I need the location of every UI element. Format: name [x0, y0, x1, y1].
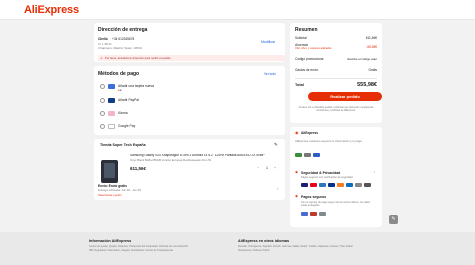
paypal-icon	[328, 183, 335, 187]
badge-icon	[295, 153, 302, 157]
payment-method-label: Añadir PayPal	[118, 97, 139, 102]
store-name[interactable]: Tienda Super Tech España	[100, 143, 146, 148]
warning-text: Por favor, actualiza tu dirección para r…	[105, 55, 171, 60]
partner-icon	[301, 212, 308, 216]
top-bar: AliExpress	[0, 0, 475, 20]
summary-subtotal-value: 611,56€	[365, 36, 377, 40]
visa-icon	[301, 183, 308, 187]
see-all-payments-link[interactable]: Ver todo	[264, 72, 276, 76]
promo-code-label: Código promocional	[295, 57, 324, 61]
chevron-right-icon[interactable]: ›	[277, 187, 278, 191]
card-icon	[108, 84, 115, 89]
footer-left-title: Información AliExpress	[89, 239, 132, 243]
product-variant[interactable]: Onyx Black 8GB+256GB Versión Europea Des…	[130, 159, 211, 162]
summary-card: Resumen Subtotal 611,56€ Ahorrado -55,58…	[290, 23, 382, 123]
security-title[interactable]: Seguridad & Privacidad	[301, 171, 340, 176]
footer-left-text-2[interactable]: IPR, Regulatory Information, Integrity C…	[89, 249, 173, 253]
discover-icon	[337, 183, 344, 187]
security-text: Pagos seguros con verificación de seguri…	[301, 176, 353, 179]
quantity-value[interactable]: 1	[266, 166, 268, 171]
shipping-address-line2: Chapinero, Madrid, Spain, 28001	[98, 46, 143, 50]
payment-method-label: Añadir una tarjeta nueva	[118, 83, 154, 88]
increase-qty-button[interactable]: +	[274, 166, 276, 171]
store-card: Tienda Super Tech España ✎ Samsung Galax…	[94, 139, 285, 200]
pencil-icon: ✎	[391, 216, 396, 222]
secure-title: Pagos seguros	[301, 194, 327, 199]
legal-text: Al hacer clic en Realizar pedido, confir…	[298, 106, 374, 113]
summary-divider	[295, 78, 377, 79]
summary-subtotal-label: Subtotal	[295, 36, 307, 40]
total-value: 555,98€	[357, 82, 377, 88]
radio-paypal[interactable]	[100, 98, 105, 103]
shield-icon: ◉	[295, 130, 299, 135]
payment-method-label: Google Pay	[118, 123, 136, 128]
klarna-icon	[108, 111, 115, 116]
summary-saved-value[interactable]: -55,58€	[366, 45, 377, 49]
partner-icon	[310, 212, 317, 216]
edit-icon[interactable]: ✎	[274, 142, 278, 148]
shipping-cost-value: Gratis	[368, 68, 377, 72]
amex-icon	[319, 183, 326, 187]
decrease-qty-button[interactable]: −	[257, 166, 259, 171]
mastercard-icon	[310, 183, 317, 187]
trust-brand: AliExpress	[301, 130, 319, 135]
payment-title: Métodos de pago	[98, 71, 140, 77]
radio-google-pay[interactable]	[100, 124, 105, 129]
jcb-icon	[346, 183, 353, 187]
edit-address-link[interactable]: Modificar	[261, 40, 275, 45]
shipping-title: Dirección de entrega	[98, 27, 148, 33]
lock-icon: ◉	[295, 170, 299, 174]
shipping-card: Dirección de entrega Chello +34 61234567…	[94, 23, 285, 62]
footer-right-text-2[interactable]: Vietnamese, Hebrew, Polish	[238, 249, 269, 253]
footer-right-title: AliExpress en otros idiomas	[238, 239, 290, 243]
trust-card: ◉ AliExpress AliExpress mantiene seguros…	[290, 127, 382, 227]
delivery-estimate: Entrega estimada: Jun 18 - Jun 28	[98, 188, 141, 192]
card-brands-icon: ●●	[118, 88, 122, 92]
summary-saved-note: Ofer. Ahor. y cupones aplicados	[295, 47, 332, 50]
shipping-cost-label: Gastos de envío	[295, 68, 319, 72]
address-warning: ⚠ Por favor, actualiza tu dirección para…	[98, 55, 285, 61]
aliexpress-logo[interactable]: AliExpress	[24, 4, 79, 16]
product-title[interactable]: Samsung Galaxy S24 Snapdragon 8 Gen 3 An…	[130, 154, 265, 157]
chevron-right-icon[interactable]: ›	[374, 170, 375, 175]
warning-icon: ⚠	[100, 55, 103, 60]
payment-card: Métodos de pago Ver todo Añadir una tarj…	[94, 66, 285, 135]
secure-payment-icon: ◉	[295, 194, 299, 198]
secure-text: Con el soporte de pago seguro de los soc…	[301, 201, 371, 208]
promo-code-input[interactable]: Escribe el código aquí	[347, 58, 377, 61]
summary-title: Resumen	[295, 27, 318, 33]
trust-text: AliExpress mantiene seguros tu informaci…	[295, 139, 362, 143]
paypal-icon	[108, 98, 115, 103]
google-pay-icon	[108, 124, 115, 129]
badge-icon	[313, 153, 320, 157]
radio-card[interactable]	[100, 84, 105, 89]
total-label: Total	[295, 83, 304, 87]
badge-icon	[304, 153, 311, 157]
card-generic-icon	[364, 183, 371, 187]
radio-klarna[interactable]	[100, 111, 105, 116]
partner-icon	[319, 212, 326, 216]
place-order-button[interactable]: Realizar pedido	[308, 92, 382, 101]
payment-method-label: Klarna	[118, 110, 128, 115]
shipping-phone: +34 612345678	[112, 37, 135, 41]
shipping-option-link[interactable]: Seleccionar opción	[98, 194, 122, 197]
shipping-name: Chello	[98, 37, 108, 41]
product-thumbnail[interactable]	[101, 160, 118, 183]
product-price: 611,56€	[130, 166, 147, 171]
floating-edit-button[interactable]: ✎	[389, 215, 398, 224]
bank-icon	[355, 183, 362, 187]
footer: Información AliExpress Centro de ayuda, …	[0, 232, 475, 265]
